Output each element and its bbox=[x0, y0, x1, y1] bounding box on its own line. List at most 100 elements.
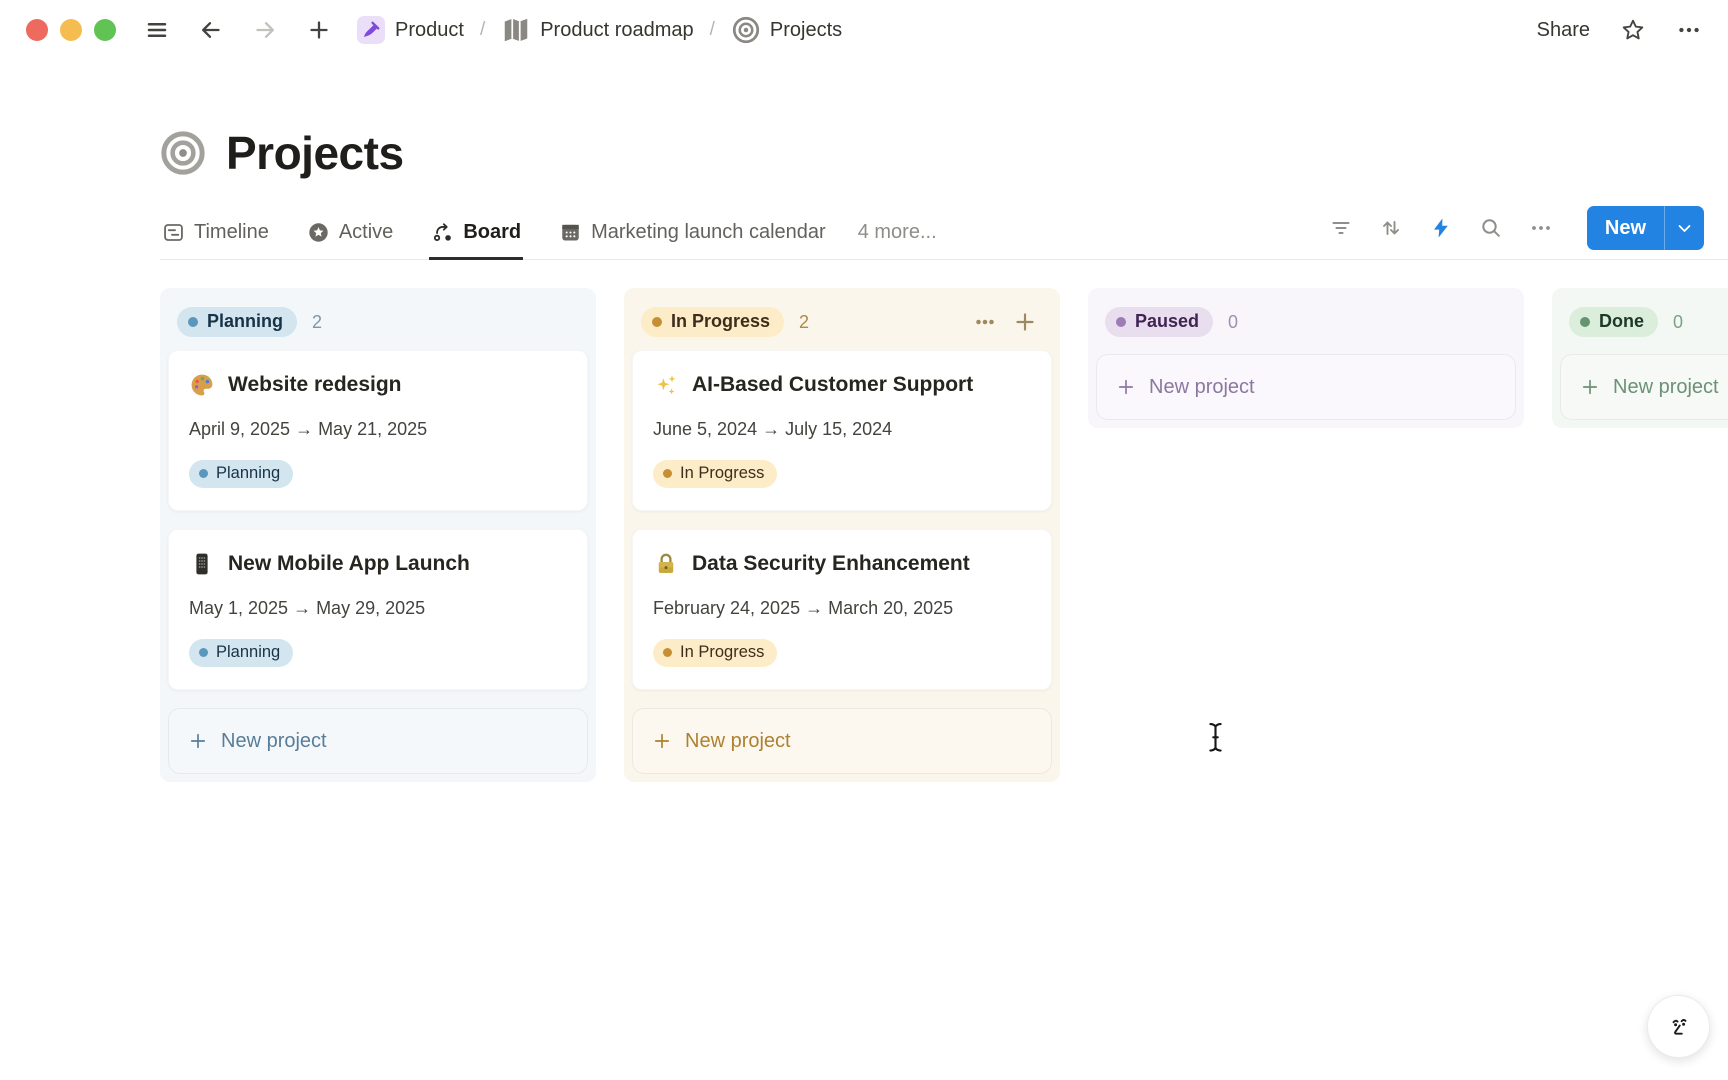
column-name: In Progress bbox=[671, 311, 770, 332]
column-status-pill[interactable]: Done bbox=[1569, 307, 1658, 337]
breadcrumb-label: Projects bbox=[770, 19, 842, 42]
column-header: Planning 2 bbox=[168, 296, 588, 350]
zoom-window-button[interactable] bbox=[94, 19, 116, 41]
new-button[interactable]: New bbox=[1587, 206, 1704, 250]
board-column-done: Done 0 New project bbox=[1552, 288, 1728, 428]
search-icon[interactable] bbox=[1479, 216, 1504, 241]
forward-arrow-icon[interactable] bbox=[252, 17, 278, 43]
tab-marketing-launch-calendar[interactable]: Marketing launch calendar bbox=[557, 211, 828, 260]
window-topbar: Product / Product roadmap / Projects Share bbox=[0, 0, 1728, 60]
page-title: Projects bbox=[226, 126, 404, 180]
project-card[interactable]: AI-Based Customer Support June 5, 2024 →… bbox=[632, 350, 1052, 511]
card-status-label: In Progress bbox=[680, 464, 764, 483]
new-page-icon[interactable] bbox=[306, 17, 332, 43]
phone-icon bbox=[189, 551, 215, 577]
tab-board[interactable]: Board bbox=[429, 211, 523, 260]
column-header: Done 0 bbox=[1560, 296, 1728, 350]
column-status-pill[interactable]: Paused bbox=[1105, 307, 1213, 337]
more-options-icon[interactable] bbox=[1676, 17, 1702, 43]
column-count: 0 bbox=[1673, 312, 1683, 333]
notion-ai-face-button[interactable] bbox=[1647, 995, 1710, 1058]
column-status-pill[interactable]: Planning bbox=[177, 307, 297, 337]
filter-icon[interactable] bbox=[1329, 216, 1354, 241]
new-project-button[interactable]: New project bbox=[1560, 354, 1728, 420]
view-tabs: Timeline Active Board Marketing launch c… bbox=[160, 211, 828, 259]
sidebar-toggle-icon[interactable] bbox=[144, 17, 170, 43]
card-title: AI-Based Customer Support bbox=[692, 373, 973, 397]
project-card[interactable]: Website redesign April 9, 2025 → May 21,… bbox=[168, 350, 588, 511]
sort-icon[interactable] bbox=[1379, 216, 1404, 241]
column-header: Paused 0 bbox=[1096, 296, 1516, 350]
flow-icon bbox=[431, 221, 454, 244]
card-status-label: Planning bbox=[216, 464, 280, 483]
status-dot-icon bbox=[188, 317, 198, 327]
project-card[interactable]: New Mobile App Launch May 1, 2025 → May … bbox=[168, 529, 588, 690]
column-add-card-icon[interactable] bbox=[1013, 310, 1037, 334]
board-column-in-progress: In Progress 2 AI-Based Customer Support … bbox=[624, 288, 1060, 782]
tab-active[interactable]: Active bbox=[305, 211, 395, 260]
column-cards: AI-Based Customer Support June 5, 2024 →… bbox=[632, 350, 1052, 690]
back-arrow-icon[interactable] bbox=[198, 17, 224, 43]
card-date-range: February 24, 2025 → March 20, 2025 bbox=[653, 598, 1031, 619]
new-project-label: New project bbox=[685, 730, 791, 753]
project-card[interactable]: Data Security Enhancement February 24, 2… bbox=[632, 529, 1052, 690]
traffic-lights bbox=[26, 19, 116, 41]
column-more-icon[interactable] bbox=[973, 310, 997, 334]
card-status-tag: Planning bbox=[189, 639, 293, 667]
view-tabs-row: Timeline Active Board Marketing launch c… bbox=[160, 206, 1728, 260]
breadcrumb: Product / Product roadmap / Projects bbox=[352, 12, 846, 48]
status-dot-icon bbox=[199, 648, 208, 657]
lock-icon bbox=[653, 551, 679, 577]
breadcrumb-item-product[interactable]: Product bbox=[352, 12, 468, 48]
more-views-button[interactable]: 4 more... bbox=[858, 221, 937, 259]
breadcrumb-label: Product roadmap bbox=[540, 19, 693, 42]
card-status-tag: Planning bbox=[189, 460, 293, 488]
favorite-star-icon[interactable] bbox=[1620, 17, 1646, 43]
close-window-button[interactable] bbox=[26, 19, 48, 41]
share-button[interactable]: Share bbox=[1537, 19, 1590, 42]
column-name: Planning bbox=[207, 311, 283, 332]
card-date-range: April 9, 2025 → May 21, 2025 bbox=[189, 419, 567, 440]
tab-label: Active bbox=[339, 221, 393, 244]
status-dot-icon bbox=[1580, 317, 1590, 327]
card-status-label: In Progress bbox=[680, 643, 764, 662]
page-target-icon bbox=[160, 130, 206, 176]
column-count: 2 bbox=[799, 312, 809, 333]
column-actions bbox=[973, 310, 1043, 334]
column-name: Done bbox=[1599, 311, 1644, 332]
new-project-button[interactable]: New project bbox=[168, 708, 588, 774]
breadcrumb-label: Product bbox=[395, 19, 464, 42]
view-options-icon[interactable] bbox=[1529, 216, 1554, 241]
board-column-paused: Paused 0 New project bbox=[1088, 288, 1524, 428]
tab-timeline[interactable]: Timeline bbox=[160, 211, 271, 260]
roadmap-book-icon bbox=[501, 15, 531, 45]
calendar-icon bbox=[559, 221, 582, 244]
card-title: Data Security Enhancement bbox=[692, 552, 970, 576]
automation-lightning-icon[interactable] bbox=[1429, 216, 1454, 241]
breadcrumb-separator: / bbox=[708, 19, 717, 41]
card-date-range: May 1, 2025 → May 29, 2025 bbox=[189, 598, 567, 619]
new-button-label[interactable]: New bbox=[1587, 206, 1664, 250]
target-icon bbox=[731, 15, 761, 45]
sparkles-icon bbox=[653, 372, 679, 398]
breadcrumb-item-product-roadmap[interactable]: Product roadmap bbox=[497, 12, 697, 48]
tab-label: Board bbox=[463, 221, 521, 244]
column-count: 2 bbox=[312, 312, 322, 333]
breadcrumb-item-projects[interactable]: Projects bbox=[727, 12, 846, 48]
kanban-board: Planning 2 Website redesign April 9, 202… bbox=[0, 288, 1728, 782]
dart-badge-icon bbox=[356, 15, 386, 45]
column-header: In Progress 2 bbox=[632, 296, 1052, 350]
board-column-planning: Planning 2 Website redesign April 9, 202… bbox=[160, 288, 596, 782]
new-project-button[interactable]: New project bbox=[632, 708, 1052, 774]
card-title: Website redesign bbox=[228, 373, 402, 397]
new-button-chevron-down-icon[interactable] bbox=[1664, 206, 1704, 250]
column-count: 0 bbox=[1228, 312, 1238, 333]
new-project-button[interactable]: New project bbox=[1096, 354, 1516, 420]
breadcrumb-separator: / bbox=[478, 19, 487, 41]
card-status-tag: In Progress bbox=[653, 639, 777, 667]
column-name: Paused bbox=[1135, 311, 1199, 332]
status-dot-icon bbox=[663, 469, 672, 478]
palette-icon bbox=[189, 372, 215, 398]
column-status-pill[interactable]: In Progress bbox=[641, 307, 784, 337]
minimize-window-button[interactable] bbox=[60, 19, 82, 41]
